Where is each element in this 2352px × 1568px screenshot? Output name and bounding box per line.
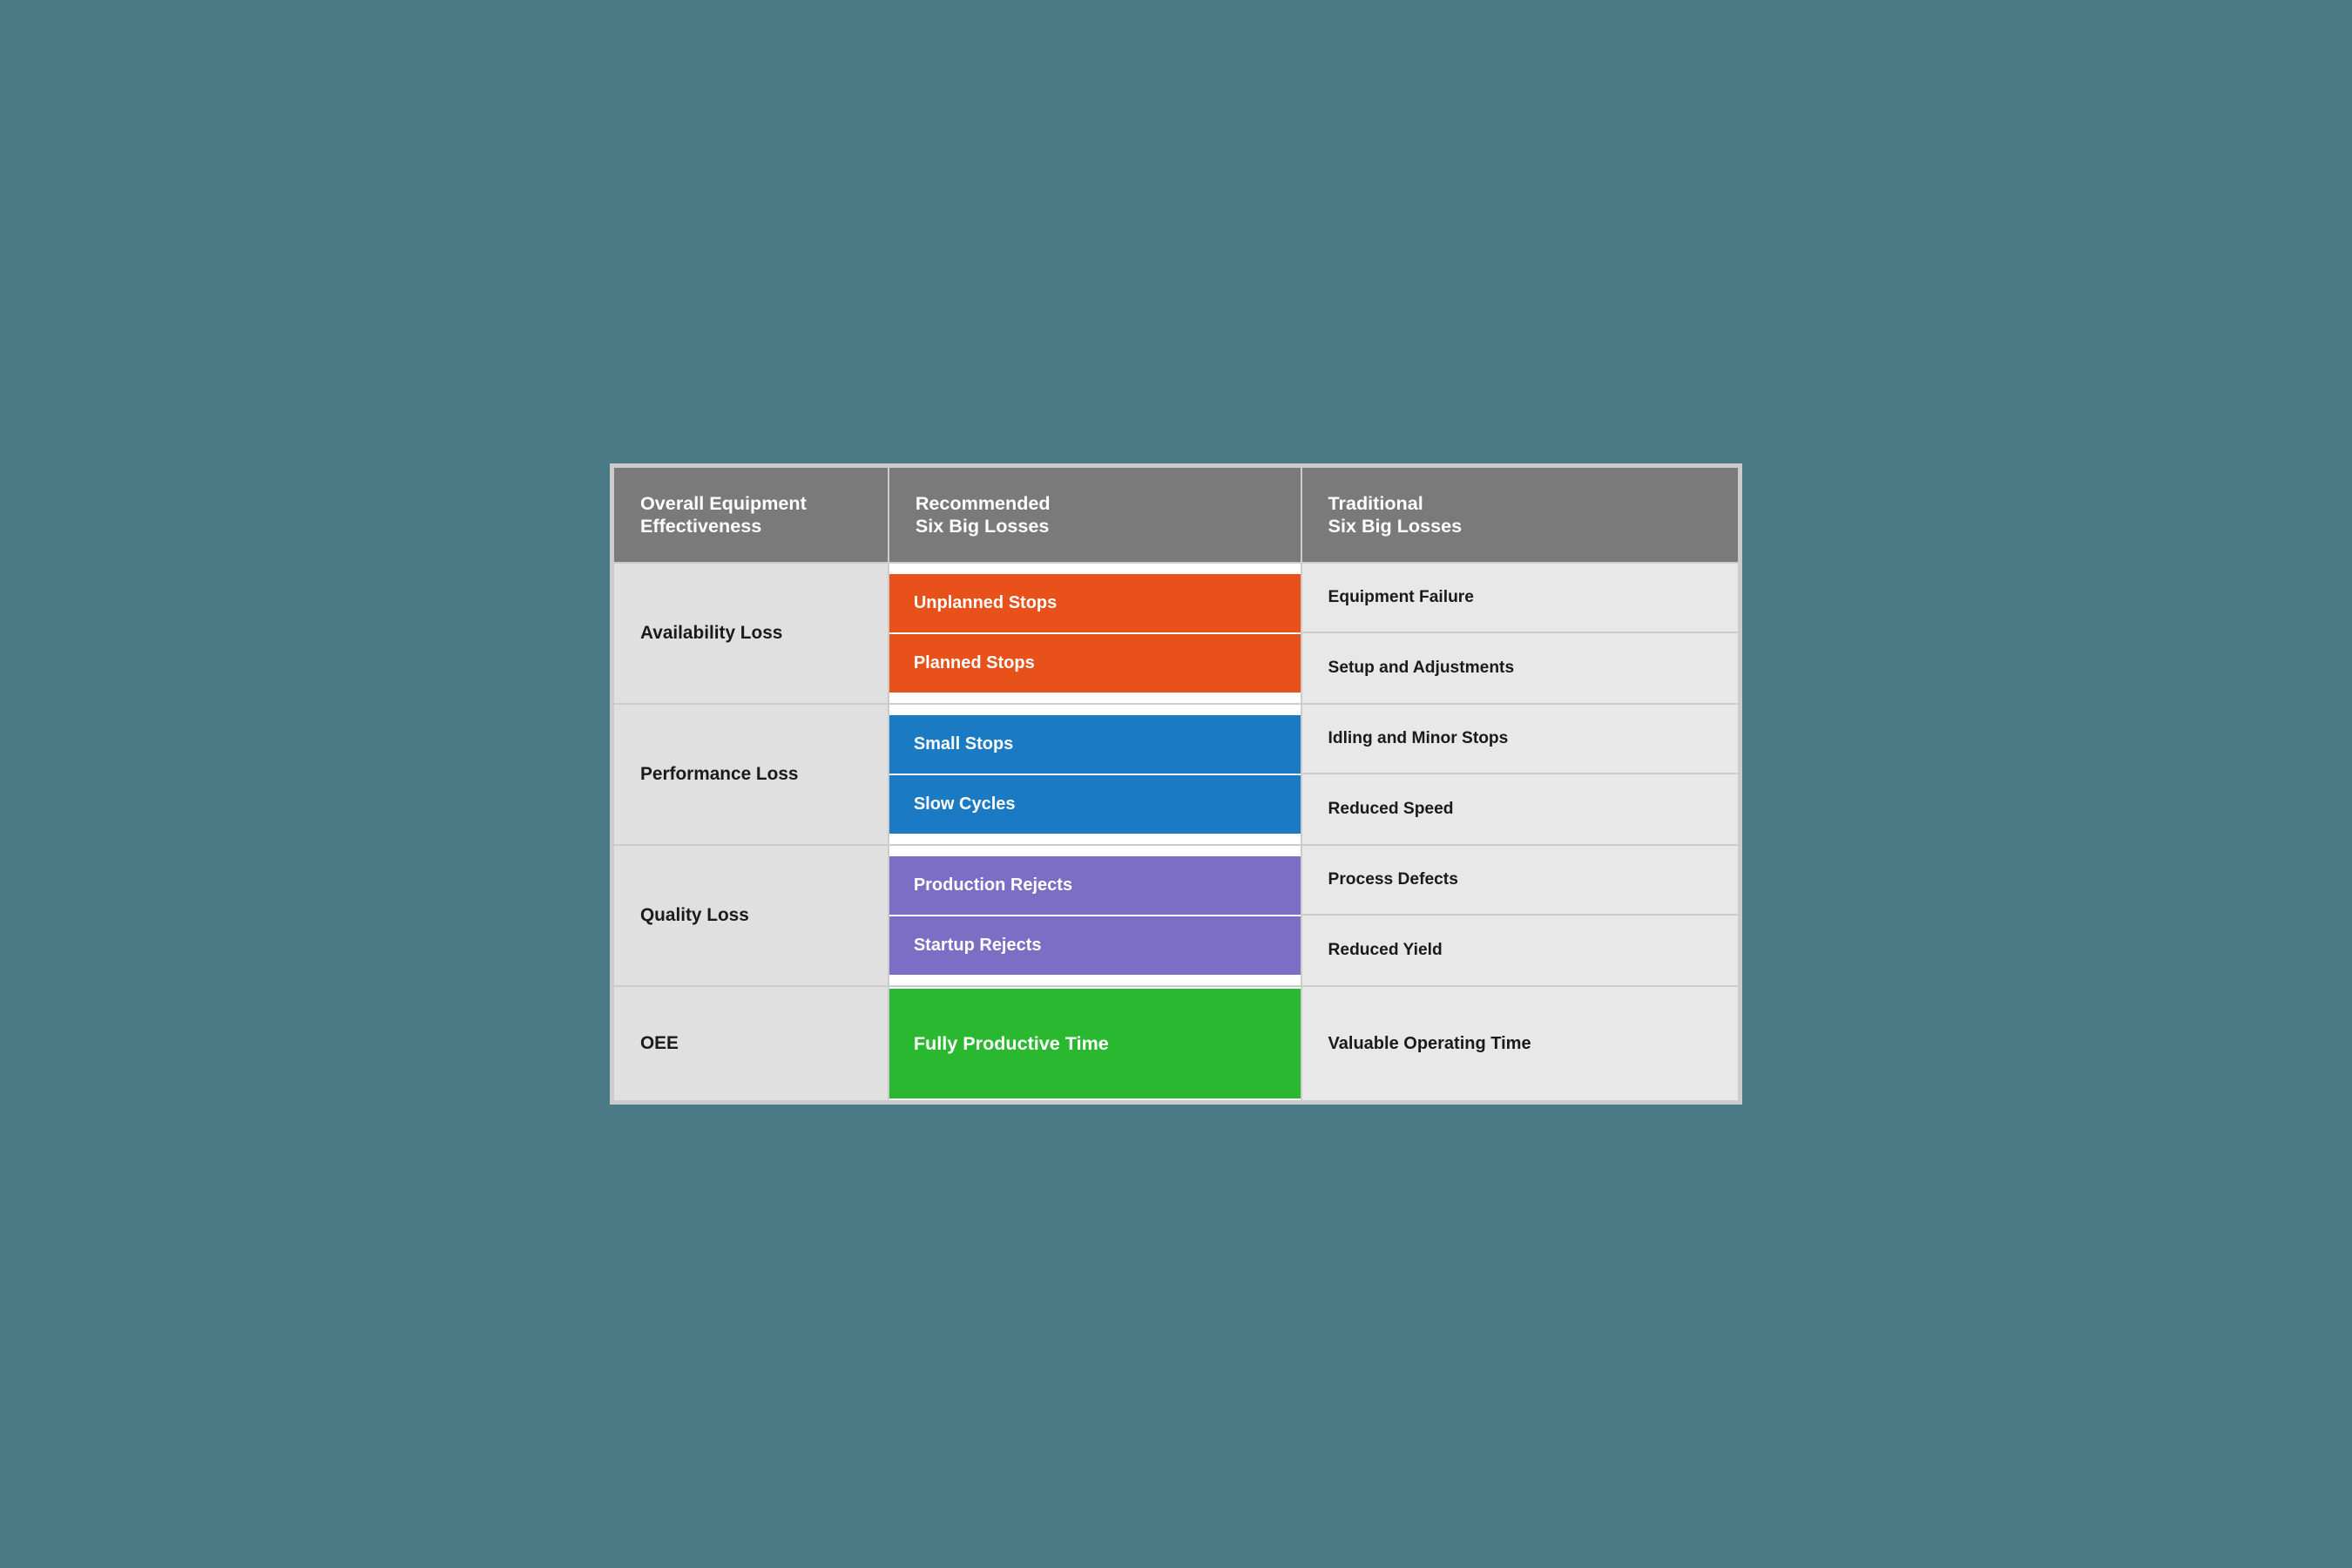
traditional-item-process-defects: Process Defects <box>1302 846 1738 916</box>
table-row: Quality LossProduction RejectsStartup Re… <box>613 845 1739 986</box>
loss-item-production-rejects: Production Rejects <box>889 856 1301 916</box>
table-row: OEEFully Productive TimeValuable Operati… <box>613 986 1739 1101</box>
traditional-loss-cell: Valuable Operating Time <box>1301 986 1739 1101</box>
traditional-item-reduced-speed: Reduced Speed <box>1302 774 1738 844</box>
loss-item-startup-rejects: Startup Rejects <box>889 916 1301 975</box>
oee-category-cell: Quality Loss <box>613 845 889 986</box>
table-row: Availability LossUnplanned StopsPlanned … <box>613 563 1739 704</box>
oee-category-cell: OEE <box>613 986 889 1101</box>
header-col3: Traditional Six Big Losses <box>1301 467 1739 563</box>
traditional-item-idling-and-minor-stops: Idling and Minor Stops <box>1302 705 1738 774</box>
recommended-loss-cell: Production RejectsStartup Rejects <box>889 845 1301 986</box>
header-col1: Overall Equipment Effectiveness <box>613 467 889 563</box>
traditional-loss-cell: Process DefectsReduced Yield <box>1301 845 1739 986</box>
recommended-loss-cell: Small StopsSlow Cycles <box>889 704 1301 845</box>
traditional-item-equipment-failure: Equipment Failure <box>1302 564 1738 633</box>
header-col2: Recommended Six Big Losses <box>889 467 1301 563</box>
table-row: Performance LossSmall StopsSlow CyclesId… <box>613 704 1739 845</box>
loss-item-slow-cycles: Slow Cycles <box>889 775 1301 834</box>
traditional-item-setup-and-adjustments: Setup and Adjustments <box>1302 633 1738 703</box>
recommended-loss-cell: Fully Productive Time <box>889 986 1301 1101</box>
main-table-wrapper: Overall Equipment Effectiveness Recommen… <box>610 463 1742 1105</box>
oee-category-cell: Availability Loss <box>613 563 889 704</box>
recommended-loss-cell: Unplanned StopsPlanned Stops <box>889 563 1301 704</box>
loss-item-fully-productive-time: Fully Productive Time <box>889 989 1301 1098</box>
traditional-item-valuable-operating-time: Valuable Operating Time <box>1302 987 1738 1100</box>
traditional-item-reduced-yield: Reduced Yield <box>1302 916 1738 985</box>
loss-item-unplanned-stops: Unplanned Stops <box>889 574 1301 634</box>
traditional-loss-cell: Equipment FailureSetup and Adjustments <box>1301 563 1739 704</box>
oee-category-cell: Performance Loss <box>613 704 889 845</box>
loss-item-planned-stops: Planned Stops <box>889 634 1301 693</box>
traditional-loss-cell: Idling and Minor StopsReduced Speed <box>1301 704 1739 845</box>
loss-item-small-stops: Small Stops <box>889 715 1301 775</box>
